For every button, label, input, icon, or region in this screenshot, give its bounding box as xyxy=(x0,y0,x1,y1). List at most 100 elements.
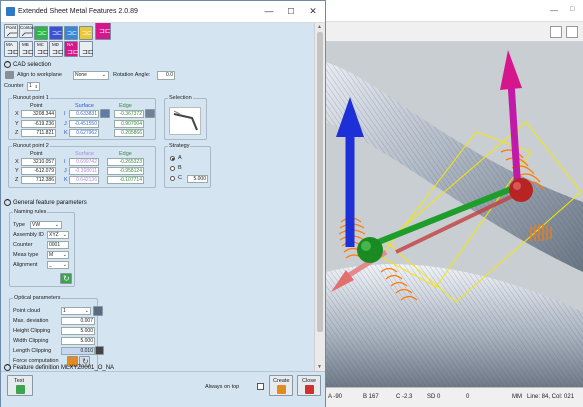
strategy-c-input[interactable]: 5.000 xyxy=(187,175,208,183)
length-clipping-icon[interactable] xyxy=(95,346,104,355)
runout2-i-surface[interactable]: 0.699742 xyxy=(69,158,99,166)
close-button-icon xyxy=(305,385,314,394)
refresh-icon[interactable]: ↻ xyxy=(60,273,72,284)
edge-pick-icon[interactable] xyxy=(145,109,155,118)
runout1-x-edge[interactable]: -0.367372 xyxy=(114,110,144,118)
rotation-label: Rotation Angle: xyxy=(113,72,151,78)
runout2-k-surface[interactable]: 0.642136 xyxy=(69,176,99,184)
runout1-j-surface[interactable]: -0.451550 xyxy=(69,120,99,128)
naming-counter-input[interactable]: 0001 xyxy=(47,241,69,249)
background-tool-button[interactable] xyxy=(566,26,578,38)
scroll-thumb[interactable] xyxy=(317,32,323,332)
strategy-title: Strategy xyxy=(168,143,191,149)
background-dropdown[interactable] xyxy=(550,26,562,38)
tool-blue-1[interactable]: ⊐⊏ xyxy=(49,26,63,40)
tool-ma[interactable]: MA ⊐⊏ xyxy=(4,41,19,57)
always-on-top-checkbox[interactable] xyxy=(257,383,264,390)
status-a: A -90 xyxy=(328,394,343,400)
axis-x-label: X xyxy=(15,111,19,117)
create-icon xyxy=(277,385,286,394)
background-maximize-icon[interactable]: □ xyxy=(570,6,574,13)
runout2-x-point[interactable]: 3210.057 xyxy=(21,158,56,166)
collapse-icon: ^ xyxy=(4,364,11,371)
length-clipping-input[interactable]: 0.010 xyxy=(61,347,95,355)
app-icon xyxy=(6,7,15,16)
axis-i2-label: I xyxy=(64,159,66,165)
runout2-j-surface[interactable]: -0.368011 xyxy=(69,167,99,175)
runout2-z-edge[interactable]: -0.107714 xyxy=(107,176,144,184)
naming-rules-title: Naming rules xyxy=(13,209,48,215)
runout-point-2-title: Runout point 2 xyxy=(12,143,50,149)
width-clipping-input[interactable]: 5.000 xyxy=(61,337,95,345)
runout2-z-point[interactable]: 712.386 xyxy=(21,176,56,184)
status-c: C -2.3 xyxy=(396,394,413,400)
assembly-id-label: Assembly ID xyxy=(13,232,44,238)
runout1-z-edge[interactable]: 0.205866 xyxy=(114,129,144,137)
runout1-k-surface[interactable]: 0.627962 xyxy=(69,129,99,137)
tool-extra[interactable]: ⊐⊏ xyxy=(79,41,94,57)
align-dropdown[interactable]: None ⌄ xyxy=(73,71,109,80)
type-label: Type xyxy=(13,222,25,228)
max-deviation-input[interactable]: 0.007 xyxy=(61,317,95,325)
collapse-icon: ^ xyxy=(4,61,11,68)
close-button[interactable]: Close xyxy=(297,375,321,396)
width-clipping-label: Width Clipping xyxy=(13,338,49,344)
runout1-z-point[interactable]: 711.821 xyxy=(21,129,56,137)
assembly-id-dropdown[interactable]: XYZ ⌄ xyxy=(47,231,69,239)
close-icon[interactable]: ✕ xyxy=(307,6,319,17)
axis-k2-label: K xyxy=(64,177,68,183)
cad-viewport[interactable] xyxy=(326,42,583,387)
axis-z-label: Z xyxy=(15,130,19,136)
runout1-y-edge[interactable]: 0.907004 xyxy=(114,120,144,128)
point-cloud-label: Point cloud xyxy=(13,308,41,314)
red-sphere xyxy=(509,178,533,202)
runout2-y-point[interactable]: -612.079 xyxy=(21,167,56,175)
maximize-icon[interactable]: ☐ xyxy=(285,7,297,16)
counter-spinner[interactable]: 1 ⇕ xyxy=(27,82,40,91)
runout1-y-point[interactable]: -619.236 xyxy=(21,120,56,128)
strategy-c-label: C xyxy=(178,175,182,181)
point-cloud-dropdown[interactable]: 1 ⌄ xyxy=(61,307,91,315)
tool-blue-2[interactable]: ⊐⊏ xyxy=(64,26,78,40)
tool-mc[interactable]: MC ⊐⊏ xyxy=(34,41,49,57)
runout2-x-edge[interactable]: -0.265323 xyxy=(107,158,144,166)
counter-label: Counter xyxy=(4,83,24,89)
minimize-icon[interactable]: — xyxy=(263,6,275,16)
axis-j2-label: J xyxy=(64,168,67,174)
cad-selection-header[interactable]: ^ CAD selection xyxy=(4,61,51,68)
strategy-c-radio[interactable] xyxy=(170,176,175,181)
test-button[interactable]: Test xyxy=(7,375,33,396)
point-cloud-icon[interactable] xyxy=(93,306,103,316)
tool-mb[interactable]: MB ⊐⊏ xyxy=(19,41,34,57)
background-minimize-icon[interactable]: — xyxy=(550,6,558,15)
tool-magenta[interactable]: ⊐⊏ xyxy=(95,23,111,40)
alignment-dropdown[interactable]: _ ⌄ xyxy=(47,261,69,269)
height-clipping-input[interactable]: 5.000 xyxy=(61,327,95,335)
runout1-x-point[interactable]: 3208.344 xyxy=(21,110,56,118)
runout1-i-surface[interactable]: 0.633831 xyxy=(69,110,99,118)
tool-green-1[interactable]: ⊐⊏ xyxy=(34,26,48,40)
meas-type-dropdown[interactable]: M ⌄ xyxy=(47,251,69,259)
scroll-up-icon: ▲ xyxy=(317,24,322,30)
axis-y-label: Y xyxy=(15,121,19,127)
runout2-y-edge[interactable]: -0.958124 xyxy=(107,167,144,175)
tool-md[interactable]: MD ⊐⊏ xyxy=(49,41,64,57)
general-parameters-header[interactable]: ^ General feature parameters xyxy=(4,199,87,206)
tool-na[interactable]: NA ⊐⊏ xyxy=(64,41,79,57)
tool-contour[interactable]: Contour xyxy=(19,24,36,38)
tool-yellow[interactable]: ⊐⊏ xyxy=(79,26,93,40)
strategy-b-radio[interactable] xyxy=(170,166,175,171)
scroll-down-icon: ▼ xyxy=(317,364,322,370)
rotation-input[interactable]: 0.0 xyxy=(157,71,175,80)
strategy-a-radio[interactable] xyxy=(170,156,175,161)
axis-i-label: I xyxy=(64,111,66,117)
always-on-top-label: Always on top xyxy=(205,384,240,390)
align-label: Align to workplane xyxy=(17,72,62,78)
selection-title: Selection xyxy=(168,95,193,101)
panel-scrollbar[interactable]: ▲ ▼ xyxy=(314,23,325,371)
surface-pick-icon[interactable] xyxy=(100,109,110,118)
tool-point[interactable]: Point xyxy=(4,24,18,38)
type-dropdown[interactable]: VW ⌄ xyxy=(30,221,62,229)
background-toolbar xyxy=(326,22,583,42)
create-button[interactable]: Create xyxy=(269,375,293,396)
